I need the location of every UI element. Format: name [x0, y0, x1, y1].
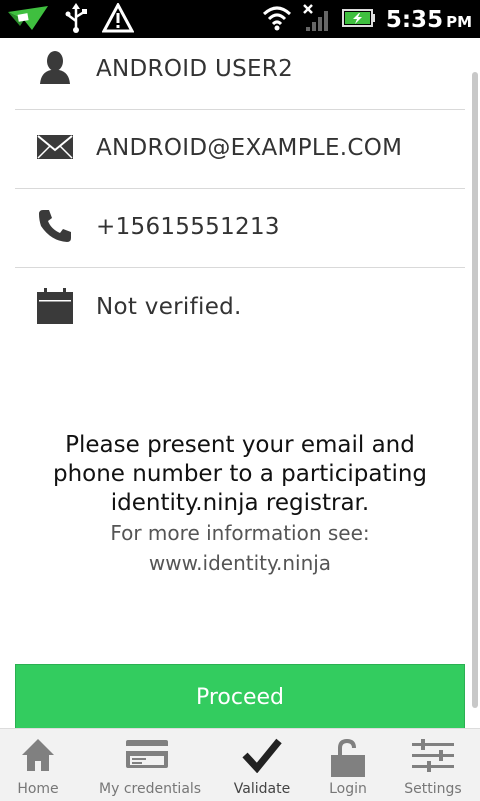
nav-home-label: Home [17, 781, 59, 797]
phone-icon [37, 208, 73, 244]
instructions-line-1: Please present your email and [65, 432, 415, 458]
verification-status: Not verified. [96, 294, 242, 320]
nav-settings[interactable]: Settings [385, 729, 480, 801]
checkmark-icon [242, 738, 282, 773]
instructions-line-2: phone number to a participating [52, 461, 428, 487]
instructions-line-3: identity.ninja registrar. [110, 490, 370, 516]
user-name: ANDROID USER2 [96, 56, 294, 82]
sliders-icon [412, 739, 454, 772]
profile-screen: ANDROID USER2 ANDROID@EXAMPLE.COM +15615… [0, 38, 480, 730]
profile-row-phone: +15615551213 [15, 188, 465, 268]
more-info: For more information see: www.identity.n… [0, 518, 480, 578]
nav-login-label: Login [329, 781, 367, 797]
profile-row-name: ANDROID USER2 [15, 30, 465, 110]
status-ampm: PM [446, 13, 472, 31]
nav-home[interactable]: Home [0, 729, 86, 801]
more-info-url[interactable]: www.identity.ninja [0, 548, 480, 578]
nav-settings-label: Settings [404, 781, 462, 797]
proceed-button[interactable]: Proceed [15, 664, 465, 730]
more-info-label: For more information see: [110, 521, 370, 545]
nav-my-credentials-label: My credentials [99, 781, 202, 797]
nav-validate-label: Validate [233, 781, 291, 797]
instructions-text: Please present your email and phone numb… [0, 431, 480, 518]
person-icon [37, 50, 73, 86]
credit-card-icon [126, 740, 168, 768]
user-phone: +15615551213 [96, 214, 280, 240]
home-icon [22, 739, 54, 771]
user-email: ANDROID@EXAMPLE.COM [96, 135, 403, 161]
calendar-icon [37, 288, 73, 324]
unlock-icon [331, 739, 365, 777]
bottom-navigation: Home My credentials Validate Login Setti… [0, 728, 480, 801]
profile-row-verification: Not verified. [15, 268, 465, 347]
nav-my-credentials[interactable]: My credentials [99, 729, 202, 801]
envelope-icon [37, 129, 73, 165]
nav-login[interactable]: Login [300, 729, 396, 801]
scrollbar[interactable] [472, 72, 478, 708]
profile-row-email: ANDROID@EXAMPLE.COM [15, 109, 465, 189]
nav-validate[interactable]: Validate [214, 729, 310, 801]
